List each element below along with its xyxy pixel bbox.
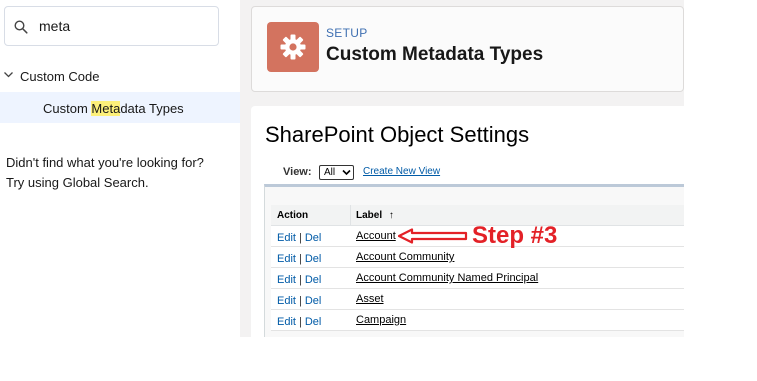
edit-link[interactable]: Edit	[277, 295, 296, 307]
sort-ascending-icon: ↑	[388, 210, 394, 221]
row-actions: Edit | Del	[277, 232, 321, 244]
tree-item-custom-metadata-types[interactable]: Custom Metadata Types	[0, 92, 240, 123]
record-label-link[interactable]: Account Community	[356, 251, 454, 263]
delete-link[interactable]: Del	[305, 274, 322, 286]
column-header-action: Action	[277, 210, 309, 221]
view-select-value: All	[324, 167, 336, 178]
search-highlight: Meta	[91, 101, 121, 116]
action-separator: |	[298, 274, 302, 286]
search-input[interactable]: meta	[39, 18, 70, 34]
action-separator: |	[298, 316, 302, 328]
row-actions: Edit | Del	[277, 316, 321, 328]
record-label-link[interactable]: Account	[356, 230, 396, 242]
left-arrow-annotation-icon	[398, 228, 468, 244]
edit-link[interactable]: Edit	[277, 274, 296, 286]
edit-link[interactable]: Edit	[277, 232, 296, 244]
column-header-label[interactable]: Label ↑	[356, 210, 394, 221]
table-row: Edit | Del Campaign	[271, 310, 684, 331]
record-label-link[interactable]: Account Community Named Principal	[356, 272, 538, 284]
row-actions: Edit | Del	[277, 295, 321, 307]
object-settings-title: SharePoint Object Settings	[265, 122, 530, 147]
tree-item-custom-code[interactable]: Custom Code	[0, 66, 240, 88]
hint-line: Didn't find what you're looking for?	[6, 155, 204, 170]
chevron-down-icon	[342, 169, 351, 176]
setup-header-icon	[267, 22, 319, 72]
column-header-label-text: Label	[356, 210, 383, 221]
view-label: View:	[283, 166, 312, 178]
delete-link[interactable]: Del	[305, 295, 322, 307]
delete-link[interactable]: Del	[305, 253, 322, 265]
column-divider	[350, 205, 351, 225]
chevron-down-icon[interactable]	[3, 69, 14, 80]
breadcrumb-setup[interactable]: SETUP	[326, 26, 368, 40]
table-row: Edit | Del Account Community	[271, 247, 684, 268]
tree-item-label: Custom Code	[20, 69, 100, 84]
record-label-link[interactable]: Asset	[356, 293, 384, 305]
no-results-hint: Didn't find what you're looking for? Try…	[6, 153, 204, 193]
search-icon	[14, 20, 28, 34]
create-new-view-link[interactable]: Create New View	[363, 166, 440, 177]
row-actions: Edit | Del	[277, 253, 321, 265]
gear-icon	[280, 34, 306, 60]
step-annotation: Step #3	[472, 222, 558, 249]
table-row: Edit | Del Account Community Named Princip…	[271, 268, 684, 289]
edit-link[interactable]: Edit	[277, 316, 296, 328]
action-separator: |	[298, 295, 302, 307]
action-separator: |	[298, 253, 302, 265]
tree-item-label: Custom Metadata Types	[43, 101, 184, 116]
view-select[interactable]: All	[319, 165, 354, 180]
edit-link[interactable]: Edit	[277, 253, 296, 265]
table-row: Edit | Del Asset	[271, 289, 684, 310]
page-title: Custom Metadata Types	[326, 44, 544, 65]
row-actions: Edit | Del	[277, 274, 321, 286]
delete-link[interactable]: Del	[305, 316, 322, 328]
label-part: Custom	[43, 101, 92, 116]
hint-line: Try using Global Search.	[6, 175, 149, 190]
label-part: data Types	[120, 101, 184, 116]
action-separator: |	[298, 232, 302, 244]
delete-link[interactable]: Del	[305, 232, 322, 244]
quick-find-search[interactable]: meta	[4, 6, 219, 46]
record-label-link[interactable]: Campaign	[356, 314, 406, 326]
